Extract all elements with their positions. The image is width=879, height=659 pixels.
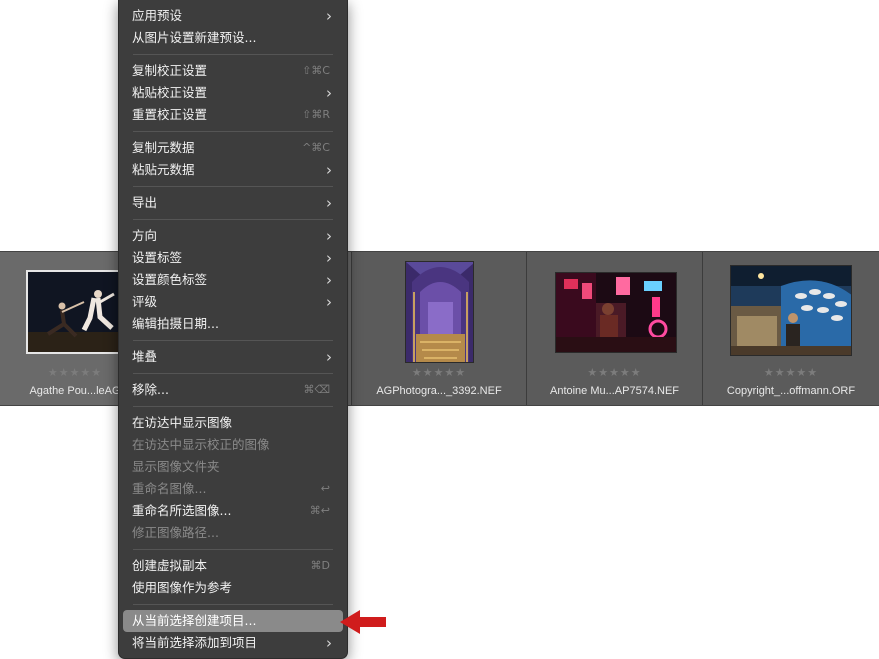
chevron-right-icon: › — [326, 293, 332, 311]
menu-item-create-virtual-copy[interactable]: 创建虚拟副本 ⌘D — [123, 555, 343, 577]
menu-item-label: 复制校正设置 — [132, 63, 208, 78]
rating-stars[interactable]: ★★★★★ — [527, 366, 702, 379]
shortcut-label: ^⌘C — [302, 141, 330, 154]
menu-item-orientation[interactable]: 方向 › — [123, 225, 343, 247]
menu-item-show-adjusted-in-finder[interactable]: 在访达中显示校正的图像 — [123, 434, 343, 456]
menu-item-label: 在访达中显示图像 — [132, 415, 233, 430]
menu-separator — [133, 406, 333, 407]
red-arrow-pointer-icon — [340, 610, 386, 634]
thumbnail-hat-shop[interactable] — [730, 265, 852, 356]
menu-item-label: 设置颜色标签 — [132, 272, 208, 287]
menu-item-label: 编辑拍摄日期... — [132, 316, 219, 331]
shortcut-label: ↩ — [320, 482, 330, 495]
menu-item-label: 应用预设 — [132, 8, 183, 23]
menu-item-label: 导出 — [132, 195, 158, 210]
chevron-right-icon: › — [326, 271, 332, 289]
shortcut-label: ⇧⌘R — [302, 108, 330, 121]
menu-item-label: 使用图像作为参考 — [132, 580, 233, 595]
menu-item-show-in-finder[interactable]: 在访达中显示图像 — [123, 412, 343, 434]
menu-separator — [133, 340, 333, 341]
menu-item-label: 方向 — [132, 228, 158, 243]
file-name: Copyright_...offmann.ORF — [726, 385, 856, 397]
menu-item-rating[interactable]: 评级 › — [123, 291, 343, 313]
menu-item-fix-image-path[interactable]: 修正图像路径... — [123, 522, 343, 544]
menu-item-show-image-folder[interactable]: 显示图像文件夹 — [123, 456, 343, 478]
menu-item-copy-adjustments[interactable]: 复制校正设置 ⇧⌘C — [123, 60, 343, 82]
filmstrip-item[interactable]: ★★★★★ Antoine Mu...AP7574.NEF — [527, 252, 703, 405]
menu-item-new-preset-from-image[interactable]: 从图片设置新建预设... — [123, 27, 343, 49]
menu-separator — [133, 219, 333, 220]
chevron-right-icon: › — [326, 194, 332, 212]
menu-separator — [133, 186, 333, 187]
chevron-right-icon: › — [326, 227, 332, 245]
menu-separator — [133, 373, 333, 374]
menu-item-label: 在访达中显示校正的图像 — [132, 437, 270, 452]
menu-separator — [133, 54, 333, 55]
menu-separator — [133, 604, 333, 605]
chevron-right-icon: › — [326, 7, 332, 25]
chevron-right-icon: › — [326, 249, 332, 267]
menu-item-label: 设置标签 — [132, 250, 183, 265]
menu-item-create-project-from-selection[interactable]: 从当前选择创建项目... — [123, 610, 343, 632]
menu-item-reset-adjustments[interactable]: 重置校正设置 ⇧⌘R — [123, 104, 343, 126]
menu-item-label: 修正图像路径... — [132, 525, 219, 540]
menu-item-add-selection-to-project[interactable]: 将当前选择添加到项目 › — [123, 632, 343, 654]
filmstrip-item[interactable]: ★★★★★ Copyright_...offmann.ORF — [703, 252, 879, 405]
menu-item-label: 将当前选择添加到项目 — [132, 635, 258, 650]
menu-item-label: 评级 — [132, 294, 158, 309]
menu-separator — [133, 131, 333, 132]
menu-item-label: 粘贴校正设置 — [132, 85, 208, 100]
menu-item-label: 重命名图像... — [132, 481, 207, 496]
menu-item-label: 移除... — [132, 382, 169, 397]
menu-item-rename-selected[interactable]: 重命名所选图像... ⌘↩ — [123, 500, 343, 522]
chevron-right-icon: › — [326, 84, 332, 102]
thumbnail-neon-street[interactable] — [555, 272, 677, 353]
menu-item-label: 从当前选择创建项目... — [132, 613, 257, 628]
thumbnail-chapel[interactable] — [405, 261, 474, 363]
menu-item-set-color-label[interactable]: 设置颜色标签 › — [123, 269, 343, 291]
menu-item-copy-metadata[interactable]: 复制元数据 ^⌘C — [123, 137, 343, 159]
menu-item-use-as-reference[interactable]: 使用图像作为参考 — [123, 577, 343, 599]
menu-item-stack[interactable]: 堆叠 › — [123, 346, 343, 368]
menu-item-label: 重置校正设置 — [132, 107, 208, 122]
menu-item-label: 堆叠 — [132, 349, 158, 364]
filmstrip-item[interactable]: ★★★★★ AGPhotogra..._3392.NEF — [352, 252, 527, 405]
file-name: AGPhotogra..._3392.NEF — [376, 385, 502, 397]
menu-item-label: 创建虚拟副本 — [132, 558, 208, 573]
menu-item-export[interactable]: 导出 › — [123, 192, 343, 214]
menu-separator — [133, 549, 333, 550]
chevron-right-icon: › — [326, 348, 332, 366]
menu-item-apply-preset[interactable]: 应用预设 › — [123, 5, 343, 27]
rating-stars[interactable]: ★★★★★ — [703, 366, 879, 379]
menu-item-label: 重命名所选图像... — [132, 503, 232, 518]
menu-item-label: 复制元数据 — [132, 140, 195, 155]
shortcut-label: ⌘⌫ — [303, 383, 330, 396]
context-menu: 应用预设 › 从图片设置新建预设... 复制校正设置 ⇧⌘C 粘贴校正设置 › … — [118, 0, 348, 659]
menu-item-remove[interactable]: 移除... ⌘⌫ — [123, 379, 343, 401]
menu-item-paste-adjustments[interactable]: 粘贴校正设置 › — [123, 82, 343, 104]
menu-item-set-label[interactable]: 设置标签 › — [123, 247, 343, 269]
chevron-right-icon: › — [326, 634, 332, 652]
menu-item-paste-metadata[interactable]: 粘贴元数据 › — [123, 159, 343, 181]
menu-item-label: 显示图像文件夹 — [132, 459, 220, 474]
rating-stars[interactable]: ★★★★★ — [352, 366, 526, 379]
menu-item-label: 从图片设置新建预设... — [132, 30, 257, 45]
menu-item-rename-image[interactable]: 重命名图像... ↩ — [123, 478, 343, 500]
shortcut-label: ⌘↩ — [309, 504, 330, 517]
file-name: Antoine Mu...AP7574.NEF — [549, 385, 679, 397]
chevron-right-icon: › — [326, 161, 332, 179]
menu-item-label: 粘贴元数据 — [132, 162, 195, 177]
thumbnail-ballet[interactable] — [26, 270, 122, 354]
shortcut-label: ⌘D — [310, 559, 330, 572]
menu-item-edit-capture-date[interactable]: 编辑拍摄日期... — [123, 313, 343, 335]
shortcut-label: ⇧⌘C — [302, 64, 330, 77]
